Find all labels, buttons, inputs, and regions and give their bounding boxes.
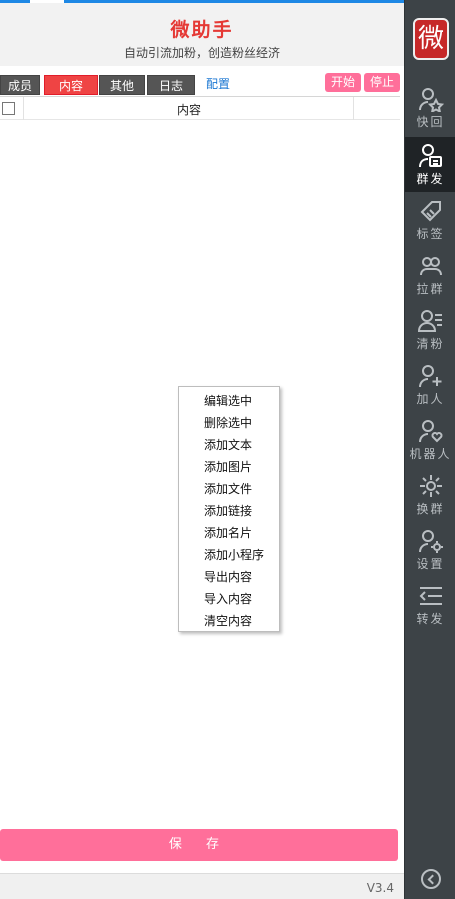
app-logo: 微 bbox=[413, 18, 449, 60]
select-all-checkbox[interactable] bbox=[2, 102, 15, 115]
sidebar-item-swap-group[interactable]: 换群 bbox=[405, 467, 455, 522]
tag-icon bbox=[420, 201, 441, 222]
table-header: 内容 bbox=[0, 96, 400, 120]
sidebar-item-forward[interactable]: 转发 bbox=[405, 577, 455, 632]
sidebar-item-quick-reply[interactable]: 快回 bbox=[405, 80, 455, 135]
user-list-icon bbox=[417, 310, 442, 332]
sidebar-item-label: 标签 bbox=[416, 227, 445, 241]
sidebar-item-mass-send[interactable]: 群发 bbox=[405, 137, 455, 192]
stop-button[interactable]: 停止 bbox=[364, 73, 400, 92]
sidebar-item-add-people[interactable]: 加人 bbox=[405, 357, 455, 412]
menu-add-file[interactable]: 添加文件 bbox=[179, 478, 279, 500]
sidebar-item-label: 机器人 bbox=[409, 447, 452, 461]
sidebar-item-settings[interactable]: 设置 bbox=[405, 522, 455, 577]
menu-edit-selected[interactable]: 编辑选中 bbox=[179, 390, 279, 412]
sidebar-item-label: 清粉 bbox=[416, 337, 445, 351]
app-subtitle: 自动引流加粉，创造粉丝经济 bbox=[123, 46, 280, 60]
group-icon bbox=[419, 257, 442, 276]
status-footer: V3.4 bbox=[0, 873, 404, 899]
sidebar-item-tags[interactable]: 标签 bbox=[405, 192, 455, 247]
config-link[interactable]: 配置 bbox=[206, 75, 230, 93]
user-card-icon bbox=[418, 144, 442, 168]
app-title: 微助手 bbox=[170, 19, 234, 41]
sidebar-item-label: 设置 bbox=[416, 557, 445, 571]
save-button[interactable]: 保 存 bbox=[0, 829, 398, 861]
tab-members[interactable]: 成员 bbox=[0, 75, 40, 95]
sidebar-item-label: 转发 bbox=[416, 612, 445, 626]
menu-add-text[interactable]: 添加文本 bbox=[179, 434, 279, 456]
sidebar-item-clear-fans[interactable]: 清粉 bbox=[405, 302, 455, 357]
swap-sparkle-icon bbox=[419, 475, 442, 497]
menu-clear-content[interactable]: 清空内容 bbox=[179, 610, 279, 632]
menu-add-card[interactable]: 添加名片 bbox=[179, 522, 279, 544]
context-menu: 编辑选中 删除选中 添加文本 添加图片 添加文件 添加链接 添加名片 添加小程序… bbox=[178, 386, 280, 632]
sidebar-item-label: 换群 bbox=[416, 502, 445, 516]
sidebar-item-label: 拉群 bbox=[416, 282, 445, 296]
app-header: 微助手 自动引流加粉，创造粉丝经济 bbox=[0, 3, 404, 66]
user-gear-icon bbox=[418, 530, 443, 553]
user-plus-icon bbox=[418, 365, 441, 388]
tab-log[interactable]: 日志 bbox=[147, 75, 195, 95]
menu-import-content[interactable]: 导入内容 bbox=[179, 588, 279, 610]
version-label: V3.4 bbox=[366, 881, 394, 895]
user-heart-icon bbox=[418, 420, 442, 443]
menu-export-content[interactable]: 导出内容 bbox=[179, 566, 279, 588]
tab-other[interactable]: 其他 bbox=[99, 75, 145, 95]
user-star-icon bbox=[418, 88, 444, 112]
column-header-content[interactable]: 内容 bbox=[24, 101, 354, 118]
menu-add-link[interactable]: 添加链接 bbox=[179, 500, 279, 522]
column-divider bbox=[353, 97, 354, 120]
menu-delete-selected[interactable]: 删除选中 bbox=[179, 412, 279, 434]
collapse-sidebar-icon[interactable] bbox=[421, 869, 441, 889]
menu-add-image[interactable]: 添加图片 bbox=[179, 456, 279, 478]
sidebar-item-label: 加人 bbox=[416, 392, 445, 406]
start-button[interactable]: 开始 bbox=[325, 73, 361, 92]
right-sidebar: 微 快回 群发 标签 拉群 清粉 加人 机器人 换群 设置 转发 bbox=[404, 0, 455, 899]
forward-list-icon bbox=[419, 587, 442, 605]
sidebar-item-pull-group[interactable]: 拉群 bbox=[405, 247, 455, 302]
sidebar-item-label: 群发 bbox=[416, 172, 445, 186]
tab-bar: 成员 内容 其他 日志 配置 开始 停止 bbox=[0, 73, 404, 95]
sidebar-item-robot[interactable]: 机器人 bbox=[405, 412, 455, 467]
sidebar-item-label: 快回 bbox=[416, 115, 445, 129]
tab-content[interactable]: 内容 bbox=[44, 75, 98, 95]
menu-add-miniprogram[interactable]: 添加小程序 bbox=[179, 544, 279, 566]
